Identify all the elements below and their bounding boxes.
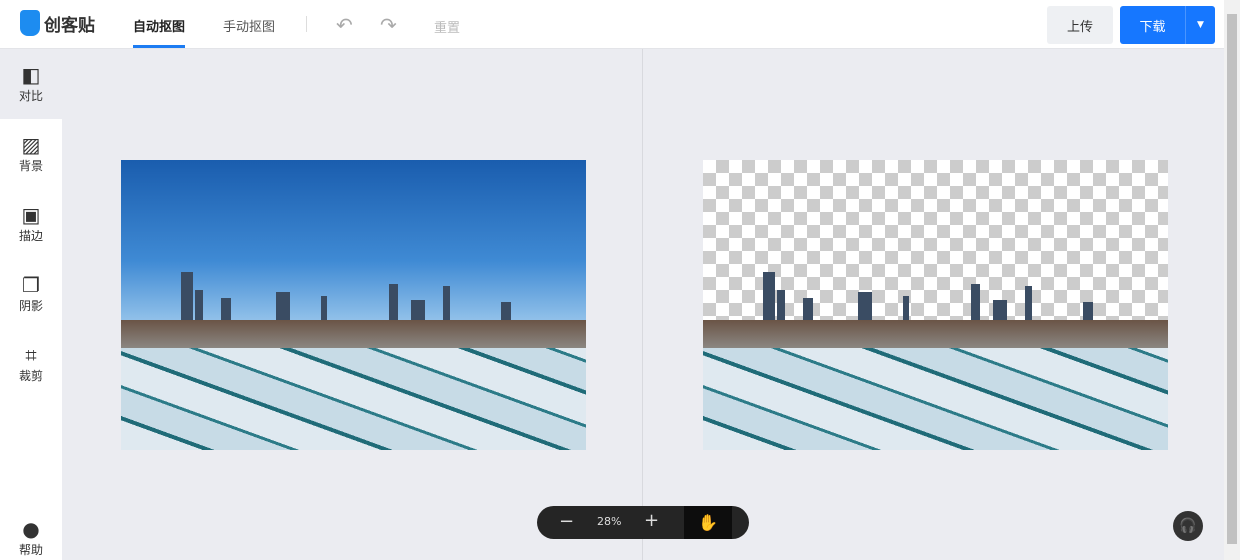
sidebar-item-shadow[interactable]: ❐ 阴影 (0, 273, 62, 314)
upload-button[interactable]: 上传 (1047, 6, 1113, 44)
background-icon: ▨ (21, 133, 41, 157)
chevron-down-icon[interactable]: ▼ (1186, 6, 1215, 44)
compare-divider (642, 49, 643, 560)
download-label[interactable]: 下载 (1120, 6, 1186, 44)
crop-icon: ⌗ (25, 343, 37, 367)
logo[interactable]: 创客贴 (20, 10, 95, 36)
sidebar-item-help[interactable]: ● 帮助 (0, 517, 62, 558)
tab-manual-cutout[interactable]: 手动抠图 (223, 16, 275, 35)
sidebar-item-label: 阴影 (18, 299, 43, 313)
zoom-toolbar: − 28% + ✋ (537, 506, 749, 539)
tab-auto-cutout[interactable]: 自动抠图 (133, 16, 186, 48)
download-button[interactable]: 下载 ▼ (1120, 6, 1215, 44)
cutout-result-image (703, 160, 1168, 450)
redo-icon[interactable]: ↷ (380, 13, 397, 37)
shadow-icon: ❐ (22, 273, 40, 297)
undo-icon[interactable]: ↶ (336, 13, 353, 37)
sidebar-item-label: 背景 (18, 159, 43, 173)
sidebar-item-label: 裁剪 (18, 369, 43, 383)
sidebar-item-stroke[interactable]: ▣ 描边 (0, 203, 62, 244)
logo-mark-icon (20, 10, 40, 36)
reset-button[interactable]: 重置 (434, 17, 460, 36)
sidebar-item-compare[interactable]: ◧ 对比 (0, 49, 62, 119)
scrollbar[interactable] (1224, 0, 1240, 560)
headset-support-icon[interactable]: 🎧 (1173, 511, 1203, 541)
sidebar-item-label: 对比 (18, 89, 43, 103)
zoom-level: 28% (597, 515, 622, 528)
sidebar: ◧ 对比 ▨ 背景 ▣ 描边 ❐ 阴影 ⌗ 裁剪 ● 帮助 (0, 49, 62, 560)
sidebar-item-background[interactable]: ▨ 背景 (0, 133, 62, 174)
help-icon: ● (22, 517, 40, 541)
zoom-in-button[interactable]: + (644, 510, 659, 531)
top-bar: 创客贴 自动抠图 手动抠图 ↶ ↷ 重置 上传 下载 ▼ (0, 0, 1224, 49)
scrollbar-thumb[interactable] (1227, 14, 1237, 544)
sidebar-item-crop[interactable]: ⌗ 裁剪 (0, 343, 62, 384)
zoom-out-button[interactable]: − (559, 511, 574, 532)
logo-text: 创客贴 (44, 15, 95, 36)
compare-icon: ◧ (21, 63, 41, 87)
divider (306, 16, 307, 32)
hand-pan-icon[interactable]: ✋ (684, 506, 732, 539)
sidebar-item-label: 描边 (18, 229, 43, 243)
sidebar-item-label: 帮助 (18, 543, 43, 557)
original-image (121, 160, 586, 450)
stroke-icon: ▣ (21, 203, 41, 227)
